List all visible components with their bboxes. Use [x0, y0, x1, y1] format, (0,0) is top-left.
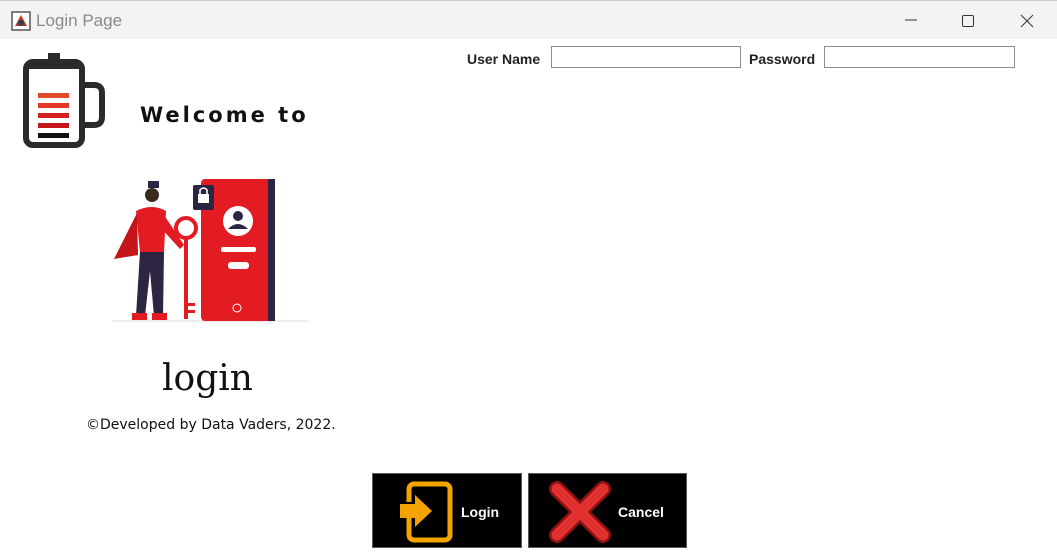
minimize-button[interactable]: [897, 9, 925, 33]
cancel-button[interactable]: Cancel: [528, 473, 687, 548]
java-app-icon[interactable]: [11, 11, 31, 31]
close-icon: [1020, 14, 1034, 28]
username-label: User Name: [467, 51, 541, 67]
password-input[interactable]: [824, 46, 1015, 68]
maximize-icon: [962, 15, 974, 27]
title-bar: Login Page: [0, 0, 1057, 39]
window-title: Login Page: [36, 11, 123, 30]
welcome-heading: Welcome to: [140, 103, 309, 127]
battery-cup-icon: [22, 51, 106, 149]
login-button-label: Login: [461, 504, 500, 520]
login-button[interactable]: Login: [372, 473, 522, 548]
maximize-button[interactable]: [954, 9, 982, 33]
minimize-icon: [905, 19, 917, 21]
red-x-icon: [548, 480, 612, 549]
password-label: Password: [749, 51, 816, 67]
app-name: login: [162, 358, 253, 399]
login-arrow-icon: [397, 481, 455, 548]
credit-text: ©Developed by Data Vaders, 2022.: [86, 417, 336, 433]
username-input[interactable]: [551, 46, 741, 68]
cancel-button-label: Cancel: [618, 504, 664, 520]
close-button[interactable]: [1013, 9, 1041, 33]
login-illustration: [108, 175, 313, 325]
